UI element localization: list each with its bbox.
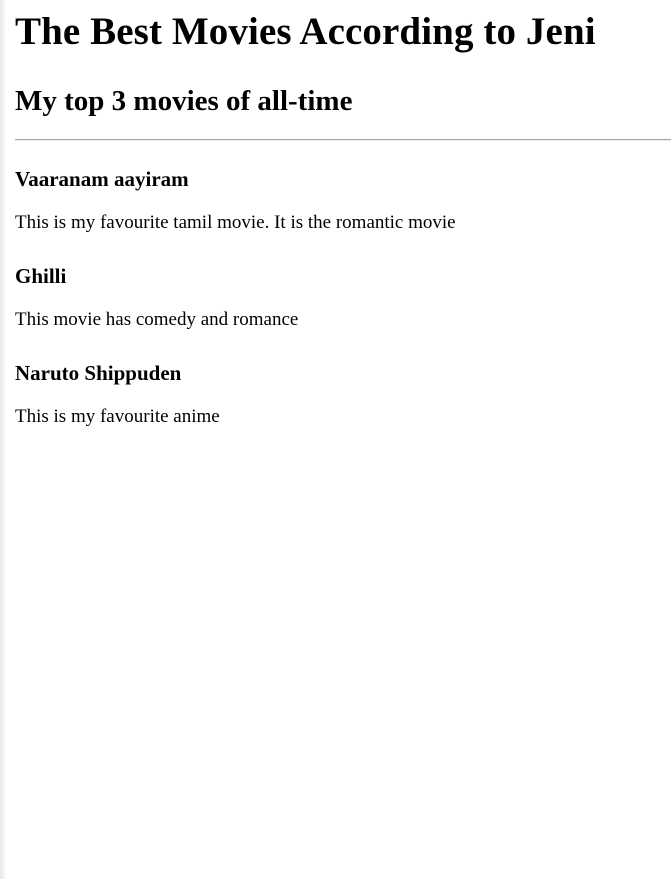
movie-description: This movie has comedy and romance — [15, 309, 299, 330]
movie-item: Naruto Shippuden This is my favourite an… — [15, 358, 671, 455]
movie-item: Ghilli This movie has comedy and romance — [15, 261, 671, 358]
page-subtitle: My top 3 movies of all-time — [15, 85, 353, 117]
window-left-edge — [0, 0, 6, 879]
movie-description: This is my favourite anime — [15, 406, 220, 427]
page-title: The Best Movies According to Jeni — [15, 10, 596, 53]
page-content: The Best Movies According to Jeni My top… — [15, 0, 671, 427]
movie-title: Ghilli — [15, 264, 67, 288]
movie-item: Vaaranam aayiram This is my favourite ta… — [15, 164, 671, 261]
section-divider — [15, 139, 671, 141]
movie-title: Naruto Shippuden — [15, 361, 182, 385]
movie-title: Vaaranam aayiram — [15, 167, 189, 191]
movie-description: This is my favourite tamil movie. It is … — [15, 212, 456, 233]
movie-list: Vaaranam aayiram This is my favourite ta… — [15, 164, 671, 455]
